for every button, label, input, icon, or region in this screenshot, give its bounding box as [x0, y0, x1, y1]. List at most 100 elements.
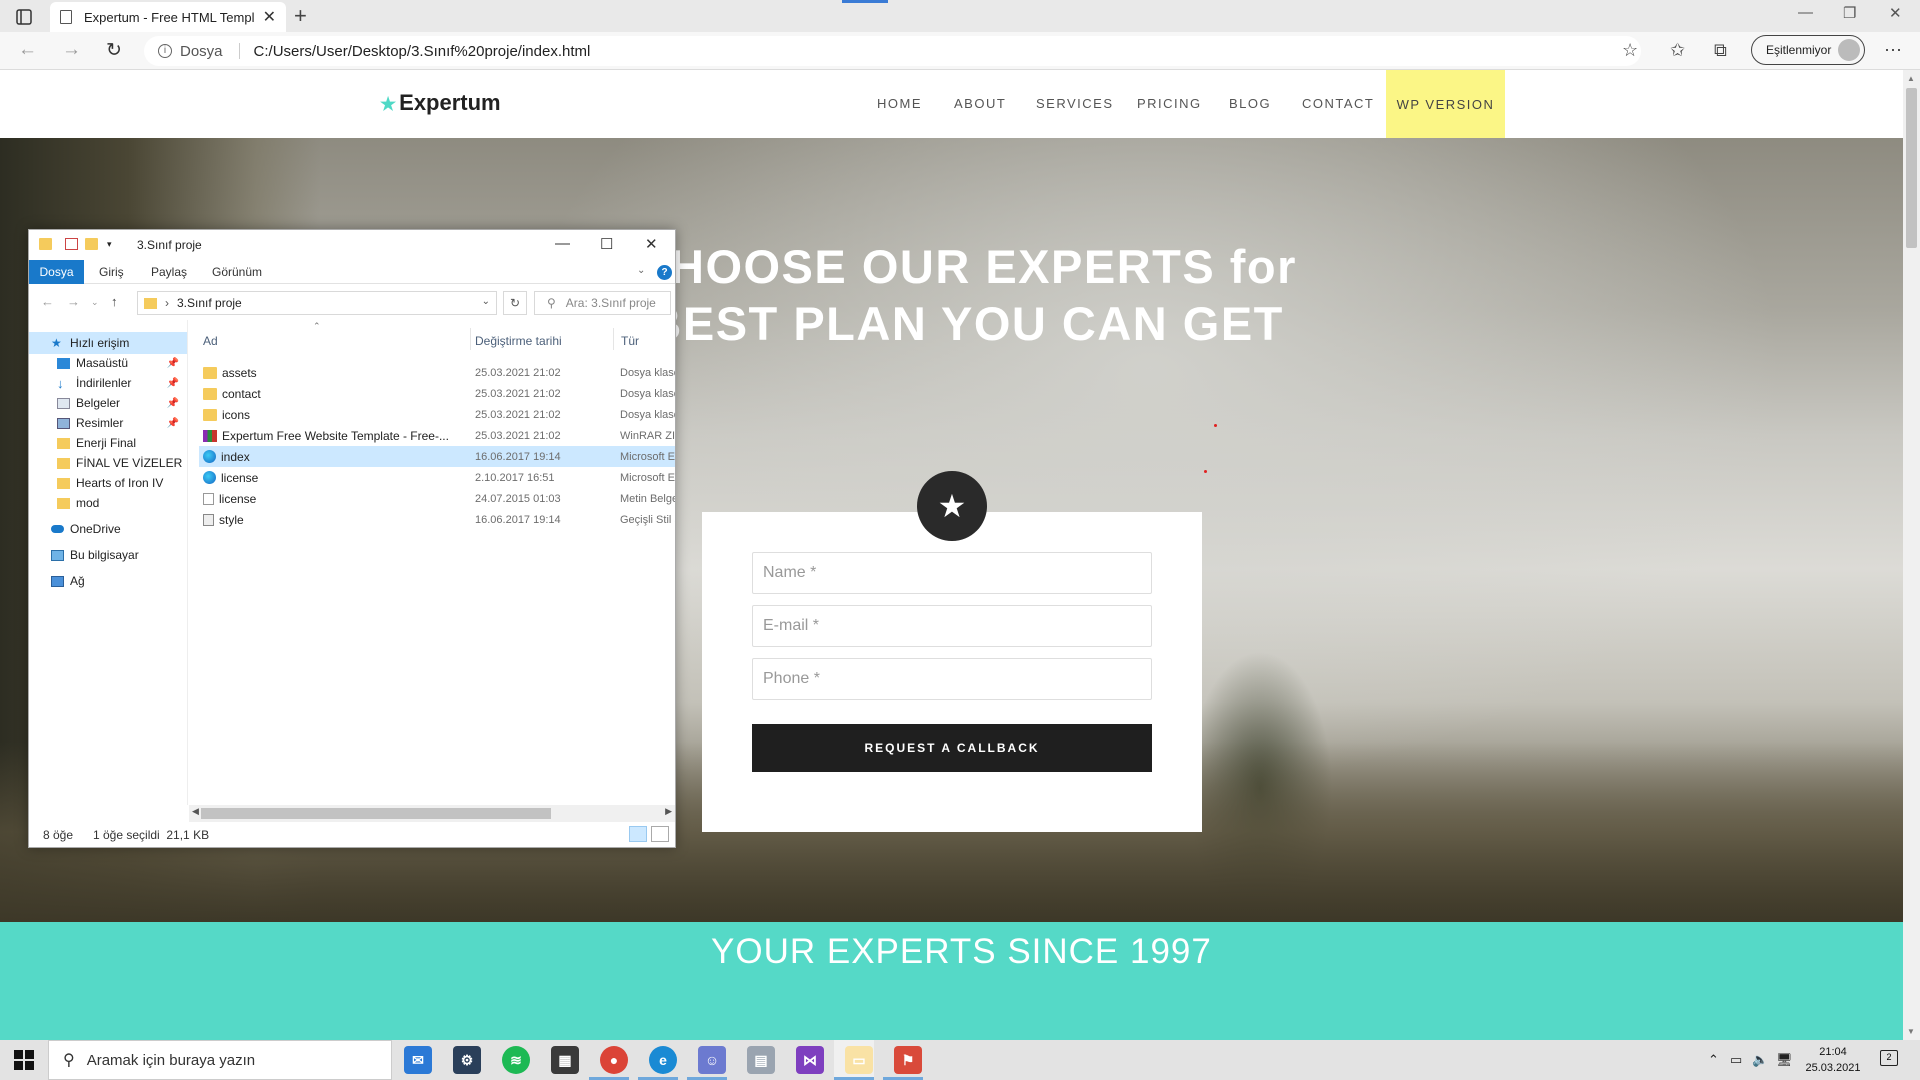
recent-locations-icon[interactable]: ⌄: [91, 297, 99, 308]
pin-icon[interactable]: 📌: [167, 378, 179, 389]
info-icon[interactable]: i: [158, 44, 172, 58]
windows-start-icon[interactable]: [14, 1050, 34, 1070]
volume-icon[interactable]: 🔈: [1752, 1052, 1768, 1068]
nav-folder-enerji[interactable]: Enerji Final: [29, 432, 187, 454]
up-folder-icon[interactable]: ↑: [111, 294, 118, 309]
url-field[interactable]: i Dosya C:/Users/User/Desktop/3.Sınıf%20…: [144, 36, 1641, 66]
file-row[interactable]: assets 25.03.2021 21:02 Dosya klasörü: [199, 362, 675, 383]
properties-icon[interactable]: [65, 238, 78, 250]
app-red-icon[interactable]: ⚑: [894, 1046, 922, 1074]
email-field[interactable]: E-mail *: [752, 605, 1152, 647]
nav-folder-final[interactable]: FİNAL VE VİZELER: [29, 452, 187, 474]
pin-icon[interactable]: 📌: [167, 358, 179, 369]
explorer-minimize-icon[interactable]: —: [555, 235, 570, 252]
nav-contact[interactable]: CONTACT: [1302, 96, 1374, 111]
ribbon-tab-file[interactable]: Dosya: [29, 260, 84, 284]
discord-icon[interactable]: ☺: [698, 1046, 726, 1074]
scroll-up-icon[interactable]: ▲: [1907, 74, 1915, 83]
tray-chevron-icon[interactable]: ⌃: [1708, 1052, 1719, 1068]
ribbon-tab-share[interactable]: Paylaş: [151, 265, 187, 279]
explorer-maximize-icon[interactable]: ☐: [600, 235, 613, 253]
file-row[interactable]: icons 25.03.2021 21:02 Dosya klasörü: [199, 404, 675, 425]
nav-this-pc[interactable]: Bu bilgisayar: [29, 544, 187, 566]
network-icon[interactable]: 🖥: [1776, 1052, 1793, 1068]
collections-icon[interactable]: ⧉: [1714, 40, 1727, 61]
spotify-icon[interactable]: ≋: [502, 1046, 530, 1074]
scrollbar-thumb[interactable]: [201, 808, 551, 819]
nav-desktop[interactable]: Masaüstü 📌: [29, 352, 187, 374]
visual-studio-icon[interactable]: ⋈: [796, 1046, 824, 1074]
page-scrollbar[interactable]: ▲ ▼: [1903, 70, 1920, 1040]
path-field[interactable]: › 3.Sınıf proje ⌄: [137, 291, 497, 315]
profile-sync-button[interactable]: Eşitlenmiyor: [1751, 35, 1865, 65]
ribbon-tab-home[interactable]: Giriş: [99, 265, 124, 279]
explorer-search-input[interactable]: ⚲ Ara: 3.Sınıf proje: [534, 291, 671, 315]
mail-icon[interactable]: ✉: [404, 1046, 432, 1074]
column-name[interactable]: Ad: [203, 334, 218, 348]
steam-icon[interactable]: ⚙: [453, 1046, 481, 1074]
store-icon[interactable]: ▦: [551, 1046, 579, 1074]
nav-home[interactable]: HOME: [877, 96, 922, 111]
taskbar-search-input[interactable]: ⚲ Aramak için buraya yazın: [48, 1040, 392, 1080]
column-type[interactable]: Tür: [621, 334, 639, 348]
explorer-close-icon[interactable]: ✕: [645, 235, 658, 253]
nav-downloads[interactable]: ↓ İndirilenler 📌: [29, 372, 187, 394]
more-menu-icon[interactable]: ⋯: [1884, 40, 1902, 61]
nav-about[interactable]: ABOUT: [954, 96, 1006, 111]
file-row[interactable]: Expertum Free Website Template - Free-..…: [199, 425, 675, 446]
nav-pricing[interactable]: PRICING: [1137, 96, 1202, 111]
tab-actions-icon[interactable]: [8, 6, 40, 28]
nav-quick-access[interactable]: ★ Hızlı erişim: [29, 332, 187, 354]
nav-blog[interactable]: BLOG: [1229, 96, 1271, 111]
edge-icon[interactable]: e: [649, 1046, 677, 1074]
nav-network[interactable]: Ağ: [29, 570, 187, 592]
nav-onedrive[interactable]: OneDrive: [29, 518, 187, 540]
add-favorite-icon[interactable]: ☆: [1622, 40, 1638, 61]
nav-wp-version[interactable]: WP VERSION: [1386, 70, 1505, 138]
file-row[interactable]: license 2.10.2017 16:51 Microsoft Edge: [199, 467, 675, 488]
restore-icon[interactable]: ❐: [1843, 4, 1856, 22]
new-tab-icon[interactable]: +: [294, 3, 307, 29]
file-row[interactable]: license 24.07.2015 01:03 Metin Belgesi: [199, 488, 675, 509]
nav-folder-hoi[interactable]: Hearts of Iron IV: [29, 472, 187, 494]
scroll-right-icon[interactable]: ▶: [665, 806, 672, 817]
column-separator[interactable]: [470, 328, 471, 350]
new-folder-icon[interactable]: [85, 238, 98, 250]
browser-tab[interactable]: Expertum - Free HTML Template ✕: [50, 2, 286, 32]
close-window-icon[interactable]: ✕: [1889, 4, 1902, 22]
favorites-icon[interactable]: ✩: [1670, 40, 1685, 61]
nav-services[interactable]: SERVICES: [1036, 96, 1114, 111]
file-row[interactable]: style 16.06.2017 19:14 Geçişli Stil Sayf…: [199, 509, 675, 530]
expand-ribbon-icon[interactable]: ⌄: [637, 265, 645, 276]
help-icon[interactable]: ?: [657, 265, 672, 280]
column-separator[interactable]: [613, 328, 614, 350]
large-icons-view-icon[interactable]: [651, 826, 669, 842]
ribbon-tab-view[interactable]: Görünüm: [212, 265, 262, 279]
system-clock[interactable]: 21:04 25.03.2021: [1800, 1044, 1866, 1076]
pin-icon[interactable]: 📌: [167, 398, 179, 409]
scroll-down-icon[interactable]: ▼: [1907, 1027, 1915, 1036]
nav-pictures[interactable]: Resimler 📌: [29, 412, 187, 434]
file-row-selected[interactable]: index 16.06.2017 19:14 Microsoft Edge: [199, 446, 675, 467]
back-icon[interactable]: ←: [18, 39, 37, 61]
file-list-hscrollbar[interactable]: ◀ ▶: [189, 805, 675, 822]
explorer-back-icon[interactable]: ←: [41, 294, 54, 309]
column-date[interactable]: Değiştirme tarihi: [475, 334, 562, 348]
scrollbar-thumb[interactable]: [1906, 88, 1917, 248]
file-row[interactable]: contact 25.03.2021 21:02 Dosya klasörü: [199, 383, 675, 404]
scroll-left-icon[interactable]: ◀: [192, 806, 199, 817]
close-tab-icon[interactable]: ✕: [263, 7, 276, 27]
nav-documents[interactable]: Belgeler 📌: [29, 392, 187, 414]
details-view-icon[interactable]: [629, 826, 647, 842]
request-callback-button[interactable]: REQUEST A CALLBACK: [752, 724, 1152, 772]
quick-access-dropdown-icon[interactable]: ▾: [107, 239, 112, 250]
name-field[interactable]: Name *: [752, 552, 1152, 594]
site-logo[interactable]: ★ Expertum: [380, 90, 501, 116]
path-dropdown-icon[interactable]: ⌄: [482, 296, 490, 307]
app-icon[interactable]: ▤: [747, 1046, 775, 1074]
explorer-refresh-icon[interactable]: ↻: [503, 291, 527, 315]
chrome-icon[interactable]: ●: [600, 1046, 628, 1074]
refresh-icon[interactable]: ↻: [106, 39, 122, 62]
explorer-titlebar[interactable]: ▾ 3.Sınıf proje — ☐ ✕: [29, 230, 675, 260]
explorer-forward-icon[interactable]: →: [67, 294, 80, 309]
